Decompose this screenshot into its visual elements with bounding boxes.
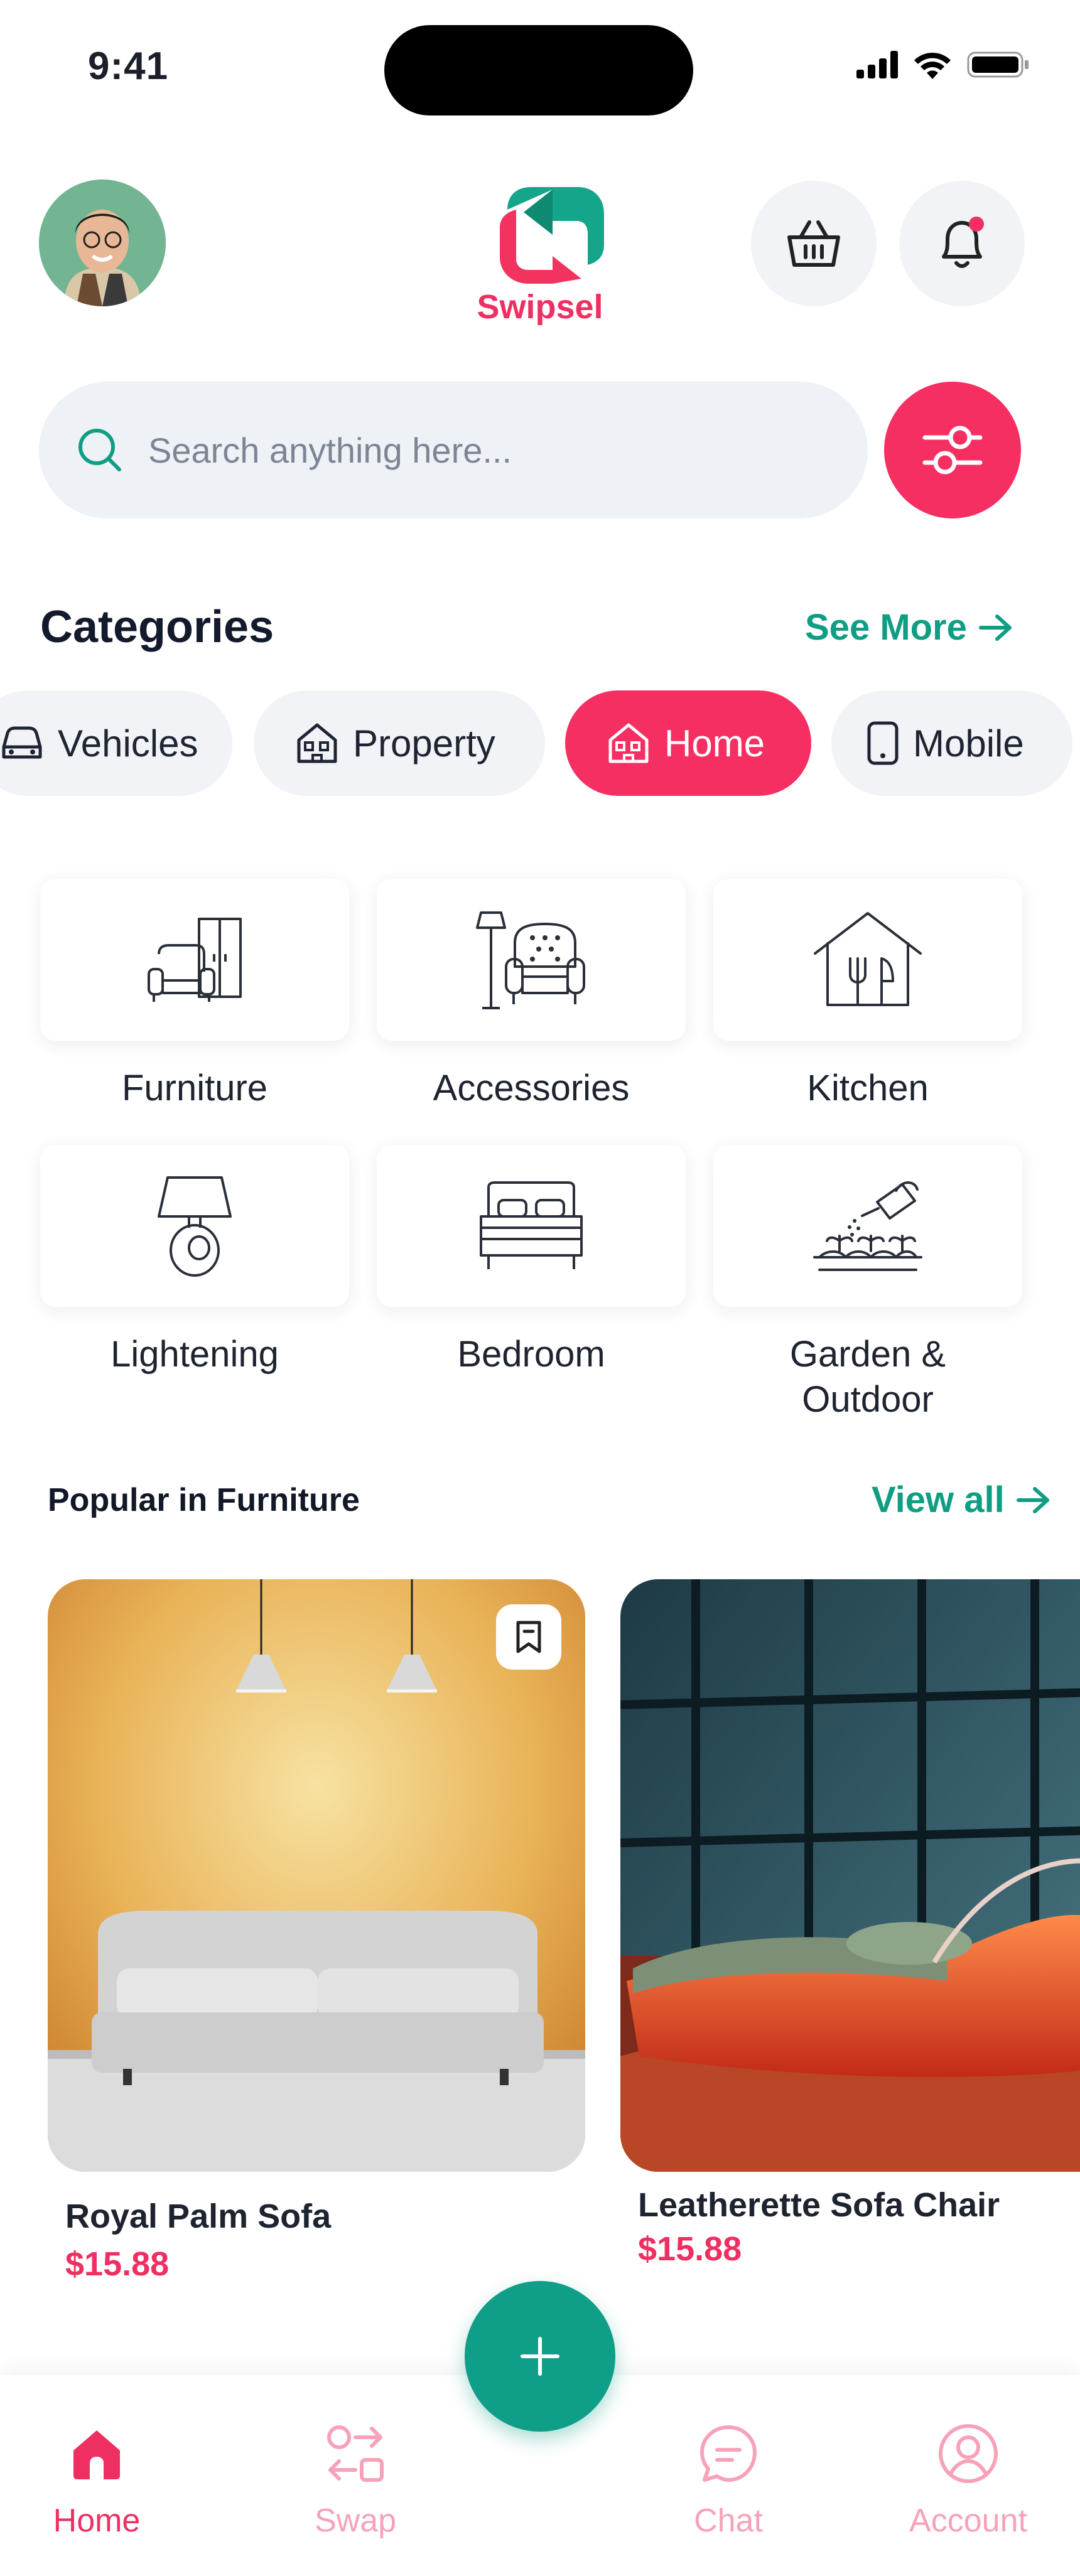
home-icon: [15, 2419, 178, 2488]
chip-property[interactable]: Property: [254, 690, 545, 796]
subcategory-label: Bedroom: [457, 1334, 605, 1375]
battery-icon: [967, 51, 1029, 78]
subcategory-card: [40, 1145, 349, 1307]
car-icon: [0, 723, 44, 763]
lamp-chair-icon: [476, 911, 585, 1009]
product-name: Royal Palm Sofa: [65, 2198, 332, 2235]
popular-title: Popular in Furniture: [48, 1482, 360, 1518]
nav-swap[interactable]: Swap: [274, 2419, 437, 2540]
chip-label: Home: [664, 722, 765, 765]
watering-can-icon: [813, 1181, 922, 1271]
arrow-right-icon: [1016, 1486, 1049, 1513]
category-chips: Vehicles Property Home Mobile: [0, 690, 1080, 797]
nav-account[interactable]: Account: [887, 2419, 1050, 2540]
avatar[interactable]: [39, 180, 166, 306]
nav-label: Account: [909, 2503, 1027, 2539]
subcategory-bedroom[interactable]: Bedroom: [377, 1145, 686, 1377]
product-name: Leatherette Sofa Chair: [638, 2186, 1000, 2224]
nav-label: Home: [53, 2503, 141, 2539]
brand-logo[interactable]: Swipsel: [458, 164, 622, 334]
chip-mobile[interactable]: Mobile: [831, 690, 1072, 796]
home-icon: [607, 721, 651, 765]
bookmark-icon: [516, 1621, 541, 1653]
chip-label: Mobile: [913, 722, 1024, 765]
swap-icon: [274, 2419, 437, 2488]
subcategory-card: [377, 879, 686, 1041]
subcategory-card: [40, 879, 349, 1041]
product-image: [620, 1579, 1080, 2172]
nav-home[interactable]: Home: [15, 2419, 178, 2540]
swipsel-logo-icon: [500, 187, 604, 284]
sofa-chair-photo: [620, 1579, 1080, 2172]
subcategory-garden-outdoor[interactable]: Garden & Outdoor: [713, 1145, 1022, 1422]
product-price: $15.88: [638, 2230, 742, 2268]
bookmark-button[interactable]: [496, 1604, 561, 1670]
product-card[interactable]: Leatherette Sofa Chair $15.88: [620, 1579, 1080, 2268]
armchair-cabinet-icon: [148, 918, 242, 1002]
search-bar: [39, 382, 868, 518]
account-icon: [887, 2419, 1050, 2488]
chip-vehicles[interactable]: Vehicles: [0, 690, 232, 796]
search-icon: [78, 429, 121, 471]
search-input[interactable]: [148, 429, 776, 471]
subcategory-lightening[interactable]: Lightening: [40, 1145, 349, 1377]
chip-label: Vehicles: [58, 722, 198, 765]
product-card[interactable]: Royal Palm Sofa $15.88: [48, 1579, 585, 2284]
categories-title: Categories: [40, 602, 274, 652]
see-more-link[interactable]: See More: [805, 606, 1013, 648]
subcategory-card: [713, 879, 1022, 1041]
arrow-right-icon: [978, 614, 1012, 641]
subcategory-furniture[interactable]: Furniture: [40, 879, 349, 1111]
subcategory-label: Garden & Outdoor: [713, 1332, 1022, 1422]
notification-button[interactable]: [899, 181, 1025, 306]
filter-sliders-icon: [922, 426, 983, 475]
subcategory-accessories[interactable]: Accessories: [377, 879, 686, 1111]
nav-label: Swap: [314, 2503, 397, 2539]
subcategory-label: Accessories: [433, 1068, 630, 1108]
product-image: [48, 1579, 585, 2172]
basket-icon: [787, 220, 840, 267]
plus-icon: [521, 2337, 559, 2376]
subcategory-label-text: Garden & Outdoor: [789, 1334, 946, 1420]
nav-chat[interactable]: Chat: [647, 2419, 810, 2540]
subcategory-label: Lightening: [111, 1334, 279, 1375]
status-time: 9:41: [88, 45, 169, 88]
subcategory-card: [713, 1145, 1022, 1307]
house-icon: [295, 721, 339, 765]
status-bar: 9:41: [0, 0, 1080, 138]
basket-button[interactable]: [751, 181, 877, 306]
product-price: $15.88: [65, 2245, 170, 2283]
dynamic-island: [384, 25, 693, 115]
nav-label: Chat: [694, 2503, 763, 2539]
status-icons: [856, 50, 1030, 79]
wifi-icon: [914, 52, 951, 79]
see-more-label: See More: [805, 607, 967, 648]
brand-name: Swipsel: [477, 288, 603, 326]
chat-icon: [647, 2419, 810, 2488]
chip-home[interactable]: Home: [565, 690, 811, 796]
view-all-label: View all: [872, 1479, 1005, 1520]
filter-button[interactable]: [884, 382, 1021, 518]
avatar-image: [39, 180, 166, 306]
cellular-signal-icon: [856, 51, 898, 78]
kitchen-house-icon: [814, 912, 922, 1006]
view-all-link[interactable]: View all: [872, 1479, 1051, 1521]
bed-icon: [480, 1181, 583, 1269]
subcategory-kitchen[interactable]: Kitchen: [713, 879, 1022, 1111]
sofa-photo: [48, 1579, 585, 2172]
subcategory-card: [377, 1145, 686, 1307]
phone-icon: [867, 721, 899, 766]
table-lamp-icon: [158, 1176, 232, 1277]
subcategory-label: Furniture: [121, 1068, 268, 1108]
chip-label: Property: [353, 722, 495, 765]
bell-icon: [942, 217, 984, 268]
add-listing-button[interactable]: [465, 2281, 615, 2432]
subcategory-label: Kitchen: [807, 1068, 929, 1108]
